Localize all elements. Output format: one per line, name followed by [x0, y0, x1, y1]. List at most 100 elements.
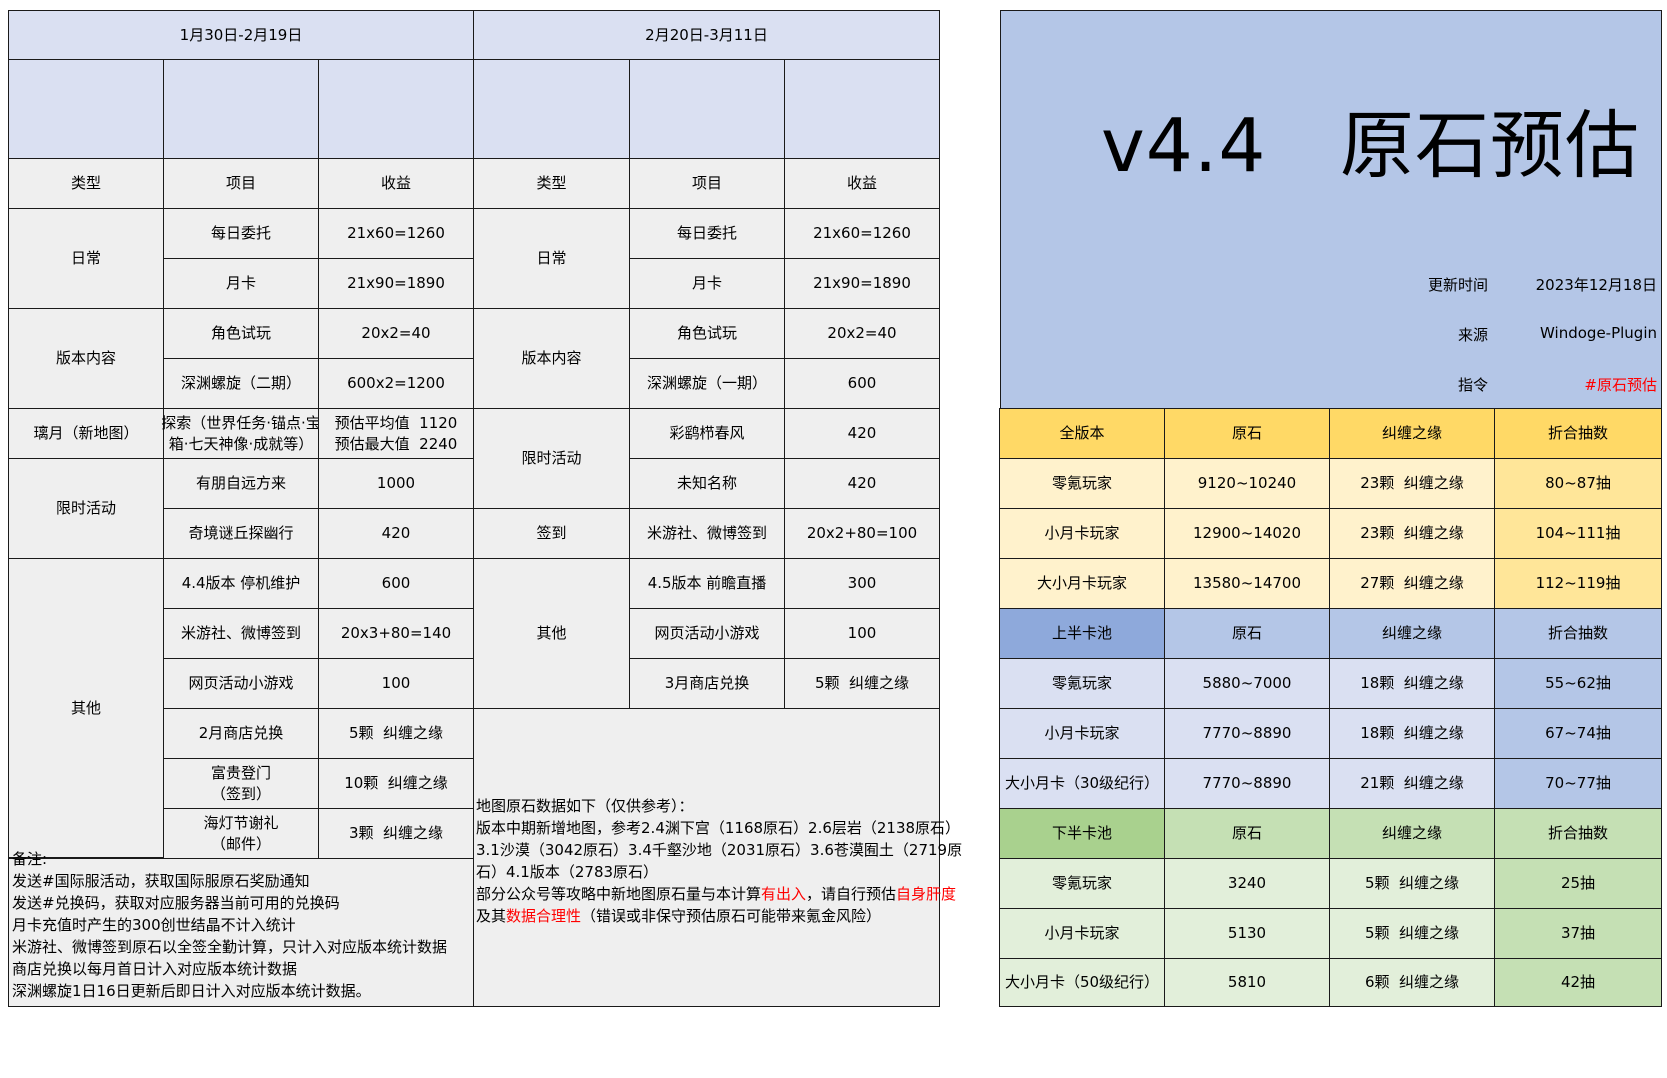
middle-item-monthly-card: 月卡	[629, 258, 785, 309]
left-blank-cell-3	[318, 59, 474, 159]
map-note-line4: 石）4.1版本（2783原石）	[476, 863, 659, 881]
left-item-daily-commission: 每日委托	[163, 208, 319, 259]
second-row3-primogems: 5810	[1164, 958, 1330, 1007]
full-row2-player: 小月卡玩家	[999, 508, 1165, 559]
first-row3-fates: 21颗 纠缠之缘	[1329, 758, 1495, 809]
left-value-other2: 20x3+80=140	[318, 608, 474, 659]
middle-value-signin: 20x2+80=100	[784, 508, 940, 559]
full-row3-pulls: 112~119抽	[1494, 558, 1662, 609]
left-value-other4: 5颗 纠缠之缘	[318, 708, 474, 759]
full-header-pulls: 折合抽数	[1494, 408, 1662, 459]
middle-category-version: 版本内容	[473, 308, 630, 409]
left-value-explore-avg: 预估平均值 1120	[334, 413, 458, 432]
middle-blank-cell-2	[629, 59, 785, 159]
full-row1-fates: 23颗 纠缠之缘	[1329, 458, 1495, 509]
command-label: 指令	[1457, 376, 1488, 394]
second-row2-primogems: 5130	[1164, 908, 1330, 959]
left-item-trial: 角色试玩	[163, 308, 319, 359]
middle-blank-cell-3	[784, 59, 940, 159]
middle-item-other1: 4.5版本 前瞻直播	[629, 558, 785, 609]
first-header-type: 上半卡池	[999, 608, 1165, 659]
left-value-monthly-card: 21x90=1890	[318, 258, 474, 309]
left-item-other2: 米游社、微博签到	[163, 608, 319, 659]
left-item-other5-line2: （签到）	[210, 784, 271, 803]
full-row3-primogems: 13580~14700	[1164, 558, 1330, 609]
middle-value-event1: 420	[784, 408, 940, 459]
map-note-line5-b: 有出入	[761, 885, 807, 903]
notes-line-6: 深渊螺旋1日16日更新后即日计入对应版本统计数据。	[12, 982, 371, 1000]
left-category-event: 限时活动	[8, 458, 164, 559]
full-row1-pulls: 80~87抽	[1494, 458, 1662, 509]
page-title: v4.4 原石预估	[1101, 103, 1641, 189]
middle-item-trial: 角色试玩	[629, 308, 785, 359]
second-row1-primogems: 3240	[1164, 858, 1330, 909]
second-row3-player: 大小月卡（50级纪行）	[999, 958, 1165, 1007]
left-item-other5-line1: 富贵登门	[210, 763, 271, 782]
left-category-daily: 日常	[8, 208, 164, 309]
left-header-item: 项目	[163, 158, 319, 209]
left-value-daily-commission: 21x60=1260	[318, 208, 474, 259]
full-row2-fates: 23颗 纠缠之缘	[1329, 508, 1495, 559]
left-item-explore-line1: 探索（世界任务·锚点·宝	[161, 413, 321, 432]
middle-header-item: 项目	[629, 158, 785, 209]
left-value-other5: 10颗 纠缠之缘	[318, 758, 474, 809]
second-row2-pulls: 37抽	[1494, 908, 1662, 959]
left-item-explore: 探索（世界任务·锚点·宝 箱·七天神像·成就等）	[161, 408, 321, 459]
left-value-event1: 1000	[318, 458, 474, 509]
middle-item-abyss: 深渊螺旋（一期）	[629, 358, 785, 409]
notes-line-2: 发送#兑换码，获取对应服务器当前可用的兑换码	[12, 894, 340, 912]
command-value: #原石预估	[1584, 376, 1657, 394]
second-header-pulls: 折合抽数	[1494, 808, 1662, 859]
left-item-other6-line2: （邮件）	[210, 834, 271, 853]
first-row2-pulls: 67~74抽	[1494, 708, 1662, 759]
first-row2-fates: 18颗 纠缠之缘	[1329, 708, 1495, 759]
source-value: Windoge-Plugin	[1540, 324, 1657, 342]
hero-panel: v4.4 原石预估 更新时间 2023年12月18日 来源 Windoge-Pl…	[1000, 10, 1662, 433]
left-value-other6: 3颗 纠缠之缘	[318, 808, 474, 859]
first-row2-primogems: 7770~8890	[1164, 708, 1330, 759]
map-note-line5: 部分公众号等攻略中新地图原石量与本计算有出入，请自行预估自身肝度	[476, 883, 956, 905]
left-value-trial: 20x2=40	[318, 308, 474, 359]
notes-line-0: 备注:	[12, 850, 48, 868]
left-item-other6: 海灯节谢礼 （邮件）	[163, 808, 319, 859]
full-row2-pulls: 104~111抽	[1494, 508, 1662, 559]
first-header-fates: 纠缠之缘	[1329, 608, 1495, 659]
first-row3-player: 大小月卡（30级纪行）	[999, 758, 1165, 809]
middle-item-event2: 未知名称	[629, 458, 785, 509]
first-row1-fates: 18颗 纠缠之缘	[1329, 658, 1495, 709]
full-header-primogems: 原石	[1164, 408, 1330, 459]
middle-header-type: 类型	[473, 158, 630, 209]
second-row3-pulls: 42抽	[1494, 958, 1662, 1007]
left-category-other: 其他	[8, 558, 164, 858]
full-row2-primogems: 12900~14020	[1164, 508, 1330, 559]
middle-value-other2: 100	[784, 608, 940, 659]
middle-item-event1: 彩鹞栉春风	[629, 408, 785, 459]
map-note-line6-a: 及其	[476, 907, 507, 925]
middle-item-other2: 网页活动小游戏	[629, 608, 785, 659]
middle-category-signin: 签到	[473, 508, 630, 559]
middle-item-signin: 米游社、微博签到	[629, 508, 785, 559]
map-note-line2: 版本中期新增地图，参考2.4渊下宫（1168原石）2.6层岩（2138原石）	[476, 819, 961, 837]
middle-item-daily-commission: 每日委托	[629, 208, 785, 259]
full-row1-player: 零氪玩家	[999, 458, 1165, 509]
left-item-explore-line2: 箱·七天神像·成就等）	[168, 434, 314, 453]
left-item-other1: 4.4版本 停机维护	[163, 558, 319, 609]
map-note-box: 地图原石数据如下（仅供参考）： 版本中期新增地图，参考2.4渊下宫（1168原石…	[473, 708, 962, 1007]
map-note-line5-d: 自身肝度	[896, 885, 957, 903]
middle-value-trial: 20x2=40	[784, 308, 940, 359]
left-period-header: 1月30日-2月19日	[8, 10, 474, 60]
left-item-event2: 奇境谜丘探幽行	[163, 508, 319, 559]
middle-category-other: 其他	[473, 558, 630, 709]
first-header-pulls: 折合抽数	[1494, 608, 1662, 659]
full-row3-fates: 27颗 纠缠之缘	[1329, 558, 1495, 609]
first-row1-player: 零氪玩家	[999, 658, 1165, 709]
notes-line-5: 商店兑换以每月首日计入对应版本统计数据	[12, 960, 298, 978]
left-item-other3: 网页活动小游戏	[163, 658, 319, 709]
middle-period-text: 2月20日-3月11日	[645, 25, 768, 44]
middle-value-other1: 300	[784, 558, 940, 609]
map-note-line6: 及其数据合理性（错误或非保守预估原石可能带来氪金风险）	[476, 905, 881, 927]
notes-line-1: 发送#国际服活动，获取国际服原石奖励通知	[12, 872, 310, 890]
middle-value-other3: 5颗 纠缠之缘	[784, 658, 940, 709]
second-header-primogems: 原石	[1164, 808, 1330, 859]
first-row3-primogems: 7770~8890	[1164, 758, 1330, 809]
